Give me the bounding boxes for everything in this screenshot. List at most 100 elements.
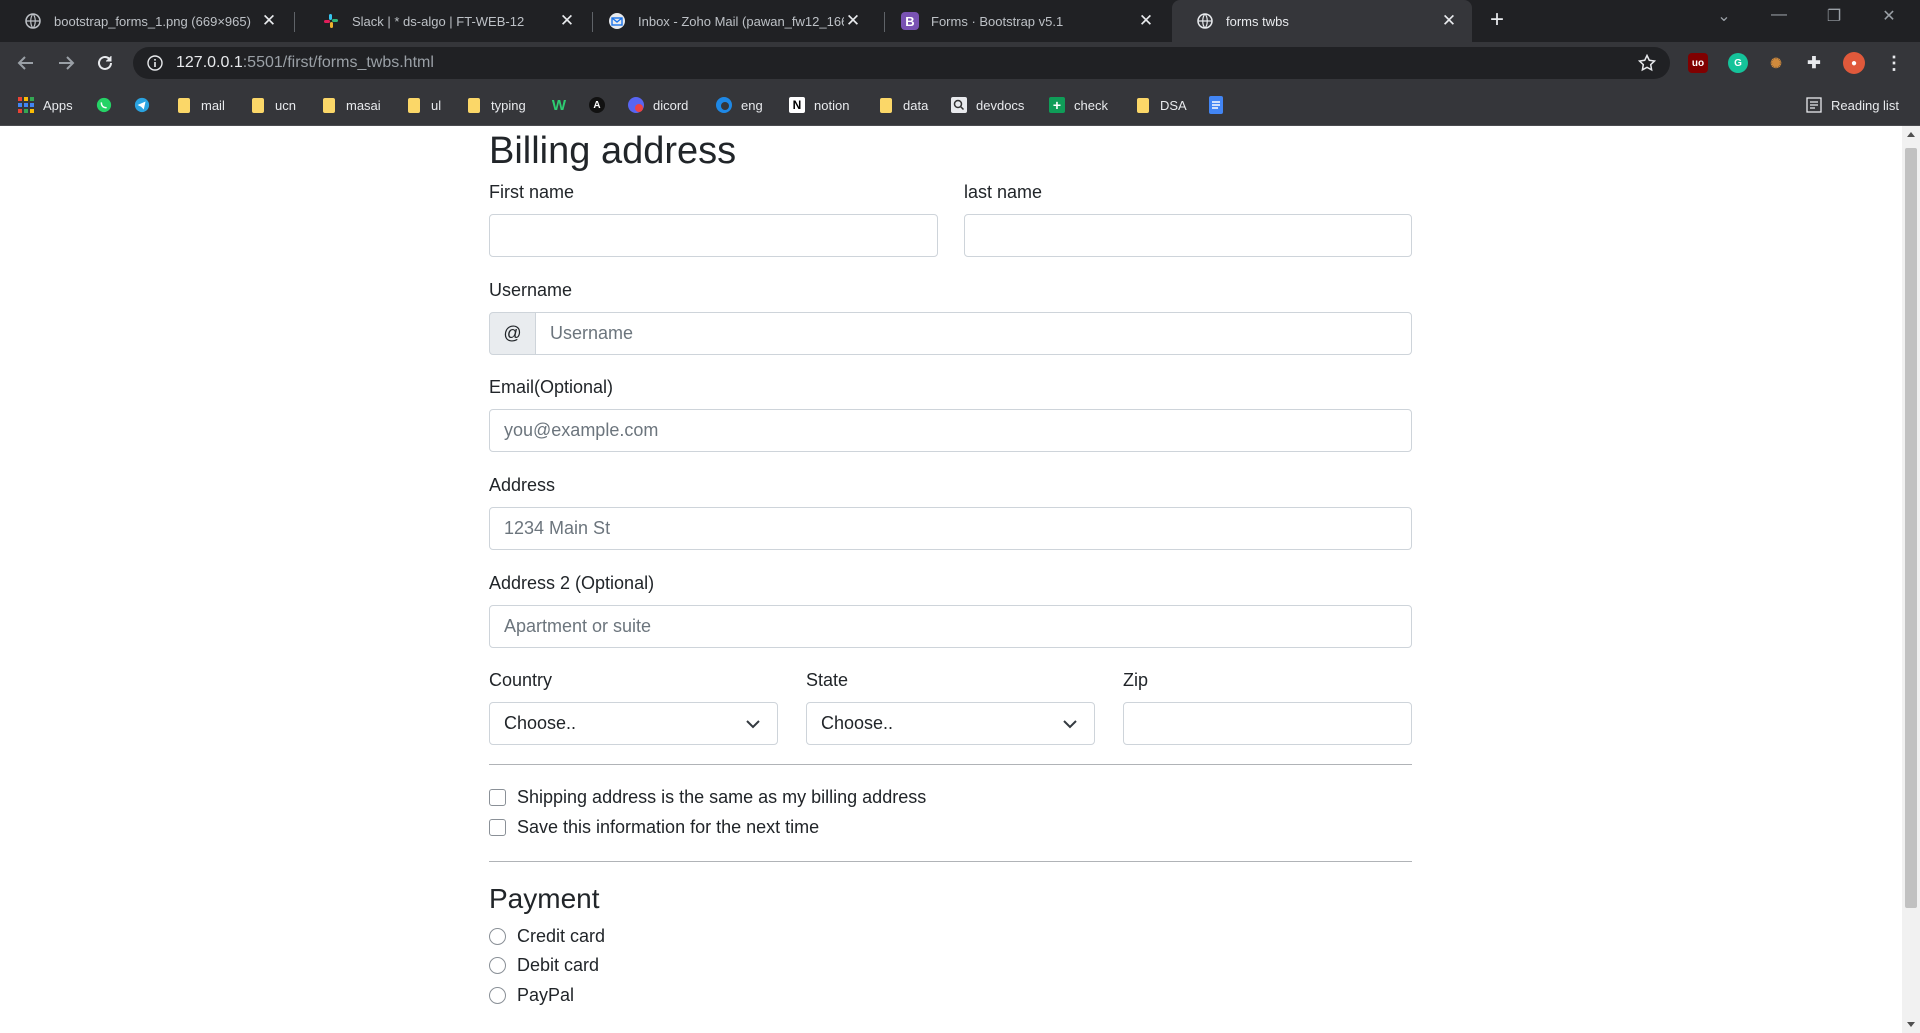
bookmark-masai[interactable]: masai (321, 95, 381, 115)
back-button[interactable] (14, 51, 38, 75)
last-name-input[interactable] (964, 214, 1412, 257)
paypal-radio[interactable] (489, 987, 506, 1004)
scroll-down-icon[interactable] (1907, 1022, 1915, 1027)
bookmarks-bar: Apps mail ucn masai ul typing W A dicord… (0, 84, 1920, 126)
tab-slack[interactable]: Slack | * ds-algo | FT-WEB-12 ✕ (298, 0, 590, 42)
edge-icon (716, 97, 732, 113)
address2-label: Address 2 (Optional) (489, 573, 655, 593)
avatar[interactable]: ● (1843, 52, 1865, 74)
tab-search-icon[interactable]: ⌄ (1709, 6, 1739, 26)
same-address-label[interactable]: Shipping address is the same as my billi… (517, 787, 926, 808)
bookmark-typing[interactable]: typing (466, 95, 526, 115)
close-tab-icon[interactable]: ✕ (1137, 11, 1155, 31)
reload-button[interactable] (93, 51, 117, 75)
reading-list-button[interactable]: Reading list (1806, 95, 1899, 115)
divider (489, 861, 1412, 862)
menu-kebab-icon[interactable]: ⋮ (1884, 53, 1904, 73)
bookmark-telegram[interactable] (134, 95, 159, 115)
tab-title: bootstrap_forms_1.png (669×965) (54, 13, 251, 29)
bookmark-data[interactable]: data (878, 95, 928, 115)
tab-bootstrap-forms[interactable]: B Forms · Bootstrap v5.1 ✕ (877, 0, 1169, 42)
notion-icon: N (789, 97, 805, 113)
payment-option-credit[interactable]: Credit card (489, 926, 605, 947)
bookmark-docs[interactable] (1208, 95, 1233, 115)
bookmark-a[interactable]: A (589, 95, 614, 115)
grammarly-icon[interactable]: G (1728, 53, 1748, 73)
same-address-checkbox-row[interactable]: Shipping address is the same as my billi… (489, 787, 926, 808)
close-tab-icon[interactable]: ✕ (260, 11, 278, 31)
bookmark-eng[interactable]: eng (716, 95, 763, 115)
state-label: State (806, 670, 849, 690)
bookmark-w[interactable]: W (551, 95, 576, 115)
bookmark-mail[interactable]: mail (176, 95, 225, 115)
close-window-button[interactable]: ✕ (1874, 6, 1904, 26)
save-info-label[interactable]: Save this information for the next time (517, 817, 819, 838)
address-bar[interactable]: 127.0.0.1:5501/first/forms_twbs.html (133, 47, 1670, 79)
site-info-icon[interactable] (147, 55, 163, 71)
bookmark-label: DSA (1160, 97, 1187, 113)
tab-title: Forms · Bootstrap v5.1 (931, 13, 1064, 29)
credit-card-label[interactable]: Credit card (517, 926, 605, 947)
svg-text:B: B (905, 14, 914, 29)
chevron-down-icon (745, 716, 761, 732)
paypal-label[interactable]: PayPal (517, 985, 574, 1006)
bookmark-whatsapp[interactable] (96, 95, 121, 115)
credit-card-radio[interactable] (489, 928, 506, 945)
same-address-checkbox[interactable] (489, 789, 506, 806)
save-info-checkbox-row[interactable]: Save this information for the next time (489, 817, 819, 838)
bookmark-label: mail (201, 97, 225, 113)
restore-button[interactable]: ❐ (1819, 6, 1849, 26)
payment-option-paypal[interactable]: PayPal (489, 985, 574, 1006)
bookmark-star-icon[interactable] (1637, 53, 1657, 77)
bookmark-label: dicord (653, 97, 689, 113)
folder-icon (250, 97, 266, 113)
country-select[interactable]: Choose.. (489, 702, 778, 745)
bookmark-label: Apps (43, 97, 73, 113)
tab-title: Inbox - Zoho Mail (pawan_fw12_166 (638, 13, 844, 29)
username-input[interactable]: Username (535, 312, 1412, 355)
bookmark-apps[interactable]: Apps (18, 95, 73, 115)
state-select[interactable]: Choose.. (806, 702, 1095, 745)
scrollbar-thumb[interactable] (1905, 148, 1917, 908)
new-tab-button[interactable]: + (1484, 8, 1510, 34)
extension-bug-icon[interactable]: ✺ (1766, 53, 1786, 73)
bookmark-check[interactable]: + check (1049, 95, 1108, 115)
scroll-up-icon[interactable] (1907, 132, 1915, 137)
bookmark-dsa[interactable]: DSA (1135, 95, 1187, 115)
url-host: 127.0.0.1 (176, 54, 243, 71)
bookmark-ucn[interactable]: ucn (250, 95, 296, 115)
debit-card-radio[interactable] (489, 957, 506, 974)
page-scrollbar[interactable] (1902, 126, 1920, 1033)
w-icon: W (551, 96, 567, 114)
bookmark-label: data (903, 97, 929, 113)
save-info-checkbox[interactable] (489, 819, 506, 836)
debit-card-label[interactable]: Debit card (517, 955, 599, 976)
payment-option-debit[interactable]: Debit card (489, 955, 599, 976)
tab-forms-twbs[interactable]: forms twbs ✕ (1172, 0, 1472, 42)
bookmark-dicord[interactable]: dicord (628, 95, 688, 115)
slack-icon (322, 12, 340, 30)
bookmark-notion[interactable]: N notion (789, 95, 849, 115)
tab-zoho-mail[interactable]: Inbox - Zoho Mail (pawan_fw12_166 ✕ (584, 0, 876, 42)
email-input[interactable]: you@example.com (489, 409, 1412, 452)
url-text: 127.0.0.1:5501/first/forms_twbs.html (176, 54, 434, 72)
ublock-icon[interactable]: uo (1688, 53, 1708, 73)
tab-bootstrap-forms-png[interactable]: bootstrap_forms_1.png (669×965) ✕ (0, 0, 292, 42)
tab-title: Slack | * ds-algo | FT-WEB-12 (352, 13, 525, 29)
minimize-button[interactable]: — (1764, 6, 1794, 24)
close-tab-icon[interactable]: ✕ (558, 11, 576, 31)
first-name-input[interactable] (489, 214, 938, 257)
forward-button[interactable] (54, 51, 78, 75)
close-tab-icon[interactable]: ✕ (844, 11, 862, 31)
address2-input[interactable]: Apartment or suite (489, 605, 1412, 648)
close-tab-icon[interactable]: ✕ (1440, 11, 1458, 31)
address-input[interactable]: 1234 Main St (489, 507, 1412, 550)
address-label: Address (489, 475, 556, 495)
globe-icon (24, 12, 42, 30)
bookmark-devdocs[interactable]: devdocs (951, 95, 1024, 115)
folder-icon (466, 97, 482, 113)
country-selected-value: Choose.. (504, 713, 577, 733)
bookmark-ul[interactable]: ul (406, 95, 441, 115)
zip-input[interactable] (1123, 702, 1412, 745)
extensions-puzzle-icon[interactable]: ✚ (1804, 53, 1824, 73)
